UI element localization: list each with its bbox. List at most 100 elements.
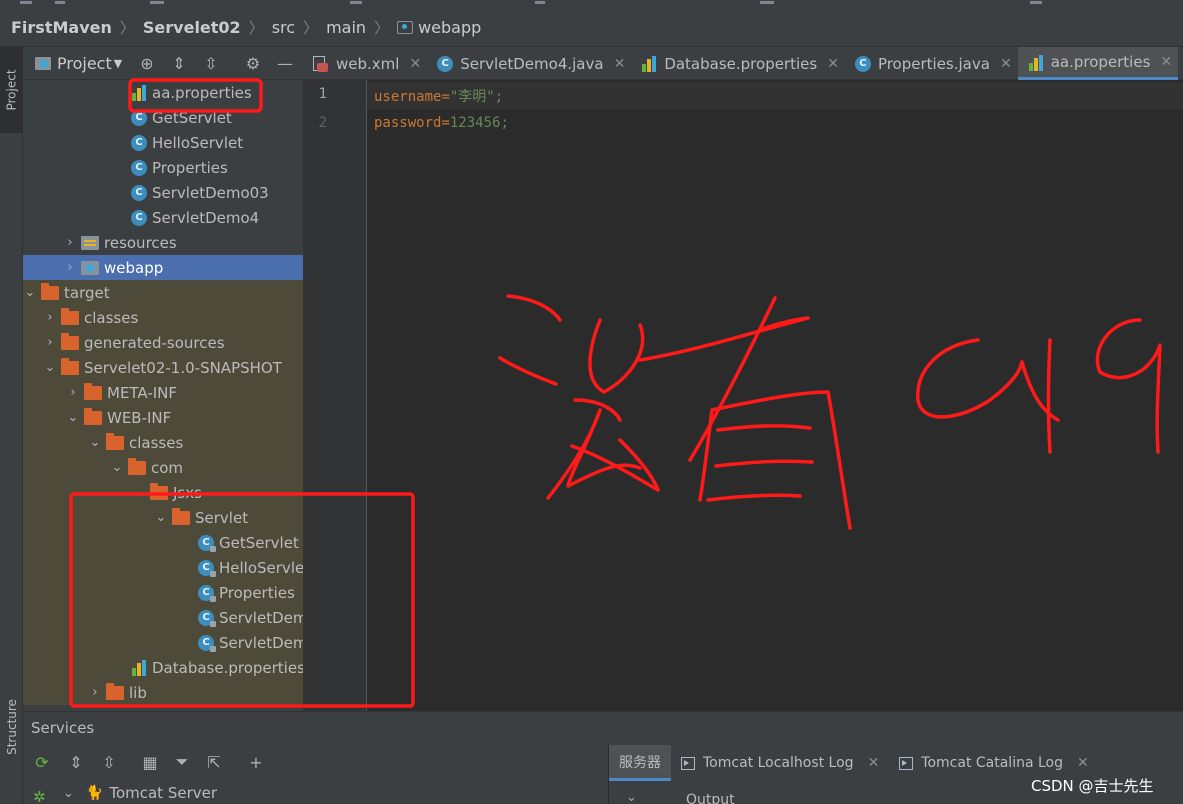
add-service-icon[interactable]: + <box>245 751 267 773</box>
collapse-all-icon[interactable]: ⇳ <box>201 53 221 73</box>
tree-item[interactable]: aa.properties <box>23 80 303 105</box>
project-tree: aa.properties C GetServlet C HelloServlet C Pr… <box>23 80 303 711</box>
settings-run-icon[interactable]: ✲ <box>33 788 46 804</box>
chevron-right-icon[interactable]: › <box>63 260 77 275</box>
dropdown-arrow-icon[interactable]: ▼ <box>114 57 122 70</box>
close-icon[interactable]: ✕ <box>827 56 839 72</box>
tree-item[interactable]: C GetServlet <box>23 105 303 130</box>
chevron-down-icon[interactable]: ⌄ <box>43 360 57 375</box>
collapse-all-icon[interactable]: ⇳ <box>98 751 120 773</box>
tab-server[interactable]: 服务器 <box>609 745 671 781</box>
chevron-down-icon[interactable]: ⌄ <box>626 790 637 804</box>
editor[interactable]: 1 2 username="李明"; password=123456; <box>303 80 1183 711</box>
folder-icon <box>41 282 59 300</box>
editor-tab[interactable]: aa.properties ✕ <box>1017 47 1179 80</box>
tree-item[interactable]: ⌄ Servlet <box>23 505 303 530</box>
tree-item[interactable]: C ServletDemo03 <box>23 180 303 205</box>
editor-tab[interactable]: C ServletDemo4.java ✕ <box>427 47 631 80</box>
locate-icon[interactable]: ⊕ <box>137 53 157 73</box>
tree-item[interactable]: C HelloServle <box>23 555 303 580</box>
tree-item-label: Database.properties <box>152 658 303 677</box>
breadcrumb-item[interactable]: webapp <box>397 18 481 37</box>
gear-icon[interactable]: ⚙ <box>243 53 263 73</box>
tree-item[interactable]: › lib <box>23 680 303 705</box>
tree-item-label: com <box>151 458 184 477</box>
tree-item[interactable]: ⌄ target <box>23 280 303 305</box>
property-value: "李明"; <box>449 89 504 105</box>
tree-item-label: Properties <box>152 158 228 177</box>
expand-all-icon[interactable]: ⇕ <box>169 53 189 73</box>
chevron-right-icon[interactable]: › <box>66 385 80 400</box>
tree-item[interactable]: › webapp <box>23 255 303 280</box>
close-icon[interactable]: ✕ <box>1160 54 1172 70</box>
close-icon[interactable]: ✕ <box>1000 56 1012 72</box>
web-folder-icon <box>81 260 99 275</box>
breadcrumb-label: webapp <box>418 18 482 37</box>
expand-all-icon[interactable]: ⇕ <box>65 751 87 773</box>
code-line[interactable]: username="李明"; <box>374 86 503 106</box>
breadcrumb-item[interactable]: src <box>272 18 295 37</box>
editor-tab[interactable]: web.xml ✕ <box>303 47 427 80</box>
tree-item[interactable]: › META-INF <box>23 380 303 405</box>
tree-item[interactable]: Database.properties <box>23 655 303 680</box>
chevron-right-icon[interactable]: › <box>43 310 57 325</box>
tree-item[interactable]: C Properties <box>23 580 303 605</box>
class-icon: C <box>198 534 216 552</box>
refresh-icon[interactable]: ⟳ <box>31 751 53 773</box>
tree-item[interactable]: ⌄ Servelet02-1.0-SNAPSHOT <box>23 355 303 380</box>
line-number: 2 <box>318 115 327 131</box>
menu-bar <box>0 0 1183 9</box>
close-icon[interactable]: ✕ <box>1077 755 1089 771</box>
chevron-down-icon[interactable]: ⌄ <box>63 786 74 801</box>
tree-item[interactable]: C ServletDem <box>23 630 303 655</box>
chevron-down-icon[interactable]: ⌄ <box>110 460 124 475</box>
close-icon[interactable]: ✕ <box>868 755 880 771</box>
breadcrumb-item[interactable]: main <box>326 18 366 37</box>
code-line[interactable]: password=123456; <box>374 115 509 131</box>
tree-item[interactable]: › resources <box>23 230 303 255</box>
tab-tomcat-localhost-log[interactable]: Tomcat Localhost Log ✕ <box>671 745 889 781</box>
project-view-selector[interactable]: Project <box>57 54 112 73</box>
tab-label: 服务器 <box>619 754 661 771</box>
chevron-down-icon[interactable]: ⌄ <box>66 410 80 425</box>
close-icon[interactable]: ✕ <box>409 56 421 72</box>
minimize-icon[interactable]: — <box>275 53 295 73</box>
tomcat-server-item[interactable]: ⌄ 🐈 Tomcat Server <box>63 784 217 802</box>
chevron-right-icon[interactable]: › <box>88 685 102 700</box>
editor-tab[interactable]: C Properties.java ✕ <box>845 47 1018 80</box>
tree-item[interactable]: C HelloServlet <box>23 130 303 155</box>
tree-item[interactable]: ⌄ classes <box>23 430 303 455</box>
chevron-down-icon[interactable]: ⌄ <box>23 285 37 300</box>
class-icon: C <box>131 109 147 126</box>
tree-item[interactable]: › generated-sources <box>23 330 303 355</box>
tree-item[interactable]: C ServletDem <box>23 605 303 630</box>
filter-icon[interactable]: ⏷ <box>171 751 193 773</box>
tree-item-label: ServletDem <box>219 633 303 652</box>
chevron-right-icon[interactable]: › <box>63 235 77 250</box>
properties-file-icon <box>1028 54 1044 71</box>
group-services-icon[interactable]: ▦ <box>139 751 161 773</box>
tree-item-label: target <box>64 283 110 302</box>
structure-tool-tab[interactable]: Structure <box>0 687 23 767</box>
editor-tab-label: aa.properties <box>1050 53 1151 71</box>
editor-tab[interactable]: Database.properties ✕ <box>631 47 845 80</box>
tree-item[interactable]: ⌄ com <box>23 455 303 480</box>
tree-item[interactable]: ⌄ WEB-INF <box>23 405 303 430</box>
chevron-down-icon[interactable]: ⌄ <box>88 435 102 450</box>
project-panel: Project ▼ ⊕ ⇕ ⇳ ⚙ — aa.properties C GetSer… <box>23 47 321 753</box>
new-tab-icon[interactable]: ⇱ <box>203 751 225 773</box>
tree-item[interactable]: › classes <box>23 305 303 330</box>
chevron-down-icon[interactable]: ⌄ <box>132 485 146 500</box>
project-tool-tab[interactable]: Project <box>0 47 23 133</box>
chevron-down-icon[interactable]: ⌄ <box>154 510 168 525</box>
breadcrumb-item[interactable]: FirstMaven <box>11 18 112 37</box>
chevron-right-icon[interactable]: › <box>43 335 57 350</box>
class-icon: C <box>198 609 216 627</box>
tree-item[interactable]: ⌄ Jsxs <box>23 480 303 505</box>
breadcrumb-item[interactable]: Servelet02 <box>143 18 241 37</box>
chevron-right-icon: 〉 <box>374 19 390 37</box>
tree-item[interactable]: C ServletDemo4 <box>23 205 303 230</box>
tree-item[interactable]: C GetServlet <box>23 530 303 555</box>
close-icon[interactable]: ✕ <box>614 56 626 72</box>
tree-item[interactable]: C Properties <box>23 155 303 180</box>
